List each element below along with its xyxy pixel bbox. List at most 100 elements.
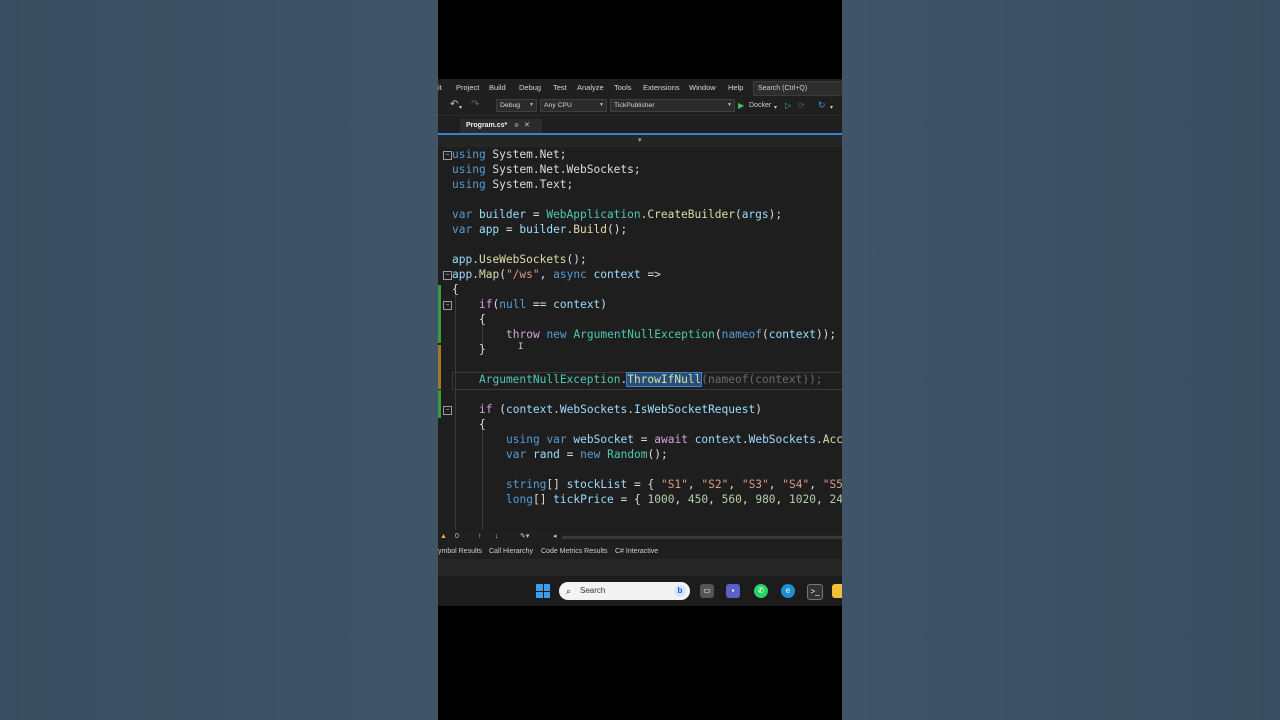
refresh-dropdown-icon[interactable]: ▾	[830, 102, 833, 114]
windows-taskbar: ⌕ Search b ▭ ▪ ✆ e >_	[438, 576, 842, 606]
tab-call-hierarchy[interactable]: Call Hierarchy	[489, 544, 533, 559]
horizontal-scrollbar[interactable]	[562, 536, 842, 539]
bottom-panel-tabs: ymbol Results Call Hierarchy Code Metric…	[438, 544, 842, 559]
menu-item-edit[interactable]: it	[438, 79, 442, 96]
code-line-14: }	[479, 343, 486, 356]
search-icon: ⌕	[566, 586, 572, 596]
menu-item-build[interactable]: Build	[489, 79, 506, 96]
run-dropdown-icon[interactable]: ▾	[774, 102, 777, 114]
file-explorer-icon[interactable]	[832, 584, 842, 598]
toolbar: ↶ ▾ ↷ Debug ▼ Any CPU ▼ TickPublisher ▼ ▶ D…	[438, 96, 842, 116]
undo-dropdown-icon[interactable]: ▾	[459, 102, 462, 114]
code-line-5: var builder = WebApplication.CreateBuild…	[452, 208, 783, 221]
teams-icon[interactable]: ▪	[726, 584, 740, 598]
code-line-3: using System.Text;	[452, 178, 574, 191]
tab-program-cs[interactable]: Program.cs* ⊕ ✕	[460, 119, 542, 133]
code-line-9: app.Map("/ws", async context =>	[452, 268, 661, 281]
code-line-6: var app = builder.Build();	[452, 223, 628, 236]
menu-bar: it Project Build Debug Test Analyze Tool…	[438, 79, 842, 96]
ghost-suggestion: (nameof(context));	[701, 373, 823, 386]
startup-project-value: TickPublisher	[614, 102, 655, 109]
menu-item-analyze[interactable]: Analyze	[577, 79, 604, 96]
menu-item-project[interactable]: Project	[456, 79, 479, 96]
fold-toggle[interactable]: −	[443, 271, 452, 280]
change-indicator	[438, 390, 441, 418]
run-icon[interactable]: ▶	[738, 100, 744, 112]
code-line-10: {	[452, 283, 459, 296]
fold-toggle[interactable]: −	[443, 301, 452, 310]
whatsapp-icon[interactable]: ✆	[754, 584, 768, 598]
code-line-18: if (context.WebSockets.IsWebSocketReques…	[479, 403, 762, 416]
blurred-background-left	[0, 0, 438, 720]
change-indicator	[438, 285, 441, 343]
tab-symbol-results[interactable]: ymbol Results	[438, 544, 482, 559]
edge-icon[interactable]: e	[781, 584, 795, 598]
start-without-debugging-icon[interactable]: ▷	[785, 100, 791, 112]
configuration-dropdown[interactable]: Debug ▼	[496, 99, 537, 112]
up-arrow-icon[interactable]: ↑	[478, 530, 482, 544]
warning-icon[interactable]: ▲	[440, 530, 447, 544]
tab-csharp-interactive[interactable]: C# Interactive	[615, 544, 658, 559]
close-icon[interactable]: ✕	[524, 119, 530, 133]
run-target-label[interactable]: Docker	[749, 100, 771, 111]
code-editor[interactable]: − − − − using System.Net; using System.N…	[438, 147, 842, 530]
fold-toggle[interactable]: −	[443, 151, 452, 160]
platform-dropdown[interactable]: Any CPU ▼	[540, 99, 607, 112]
brush-icon[interactable]: ✎▾	[520, 530, 529, 544]
code-line-1: using System.Net;	[452, 148, 567, 161]
search-input[interactable]: Search (Ctrl+Q)	[753, 81, 842, 96]
search-placeholder: Search (Ctrl+Q)	[758, 85, 808, 92]
hot-reload-icon[interactable]: ⟳	[798, 100, 805, 112]
startup-project-dropdown[interactable]: TickPublisher ▼	[610, 99, 735, 112]
menu-item-tools[interactable]: Tools	[614, 79, 632, 96]
menu-item-help[interactable]: Help	[728, 79, 743, 96]
indent-guide	[482, 430, 483, 530]
redo-icon[interactable]: ↷	[471, 99, 479, 111]
windows-start-icon[interactable]	[536, 584, 550, 598]
fold-toggle[interactable]: −	[443, 406, 452, 415]
pin-icon[interactable]: ⊕	[514, 119, 519, 133]
menu-item-window[interactable]: Window	[689, 79, 716, 96]
code-line-2: using System.Net.WebSockets;	[452, 163, 641, 176]
chevron-down-icon: ▼	[529, 102, 534, 108]
code-line-11: if(null == context)	[479, 298, 608, 311]
code-line-20: using var webSocket = await context.WebS…	[506, 433, 842, 446]
editor-status-bar: ▲ 0 ↑ ↓ ✎▾ ◂	[438, 530, 842, 544]
text-cursor-icon: I	[518, 342, 524, 352]
change-indicator	[438, 345, 441, 389]
code-line-19: {	[479, 418, 486, 431]
tab-title: Program.cs*	[466, 122, 508, 129]
menu-item-debug[interactable]: Debug	[519, 79, 541, 96]
blurred-background-right	[842, 0, 1280, 720]
bing-icon[interactable]: b	[674, 585, 686, 597]
scroll-left-icon[interactable]: ◂	[553, 530, 557, 544]
menu-item-test[interactable]: Test	[553, 79, 567, 96]
taskbar-search-label: Search	[580, 586, 606, 595]
code-line-8: app.UseWebSockets();	[452, 253, 587, 266]
configuration-value: Debug	[500, 102, 521, 109]
taskbar-search[interactable]: ⌕ Search b	[559, 582, 690, 600]
code-line-24: long[] tickPrice = { 1000, 450, 560, 980…	[506, 493, 842, 506]
down-arrow-icon[interactable]: ↓	[495, 530, 499, 544]
chevron-down-icon: ▼	[599, 102, 604, 108]
code-line-13: throw new ArgumentNullException(nameof(c…	[506, 328, 837, 341]
code-line-12: {	[479, 313, 486, 326]
document-tabs: Program.cs* ⊕ ✕	[438, 116, 842, 133]
selected-method[interactable]: ThrowIfNull	[626, 372, 703, 387]
undo-icon[interactable]: ↶	[450, 99, 458, 111]
tab-code-metrics-results[interactable]: Code Metrics Results	[541, 544, 608, 559]
video-frame: it Project Build Debug Test Analyze Tool…	[438, 0, 842, 720]
code-line-16: ArgumentNullException.ThrowIfNull(nameof…	[479, 372, 823, 387]
menu-item-extensions[interactable]: Extensions	[643, 79, 680, 96]
panel-content	[438, 559, 842, 576]
error-count[interactable]: 0	[455, 530, 459, 544]
code-line-23: string[] stockList = { "S1", "S2", "S3",…	[506, 478, 842, 491]
chevron-down-icon: ▼	[727, 102, 732, 108]
terminal-icon[interactable]: >_	[807, 584, 823, 600]
platform-value: Any CPU	[544, 102, 572, 109]
refresh-icon[interactable]: ↻	[818, 99, 826, 111]
code-line-21: var rand = new Random();	[506, 448, 668, 461]
task-view-icon[interactable]: ▭	[700, 584, 714, 598]
indent-guide	[455, 295, 456, 530]
navigation-dropdown-icon[interactable]: ▾	[638, 135, 642, 147]
